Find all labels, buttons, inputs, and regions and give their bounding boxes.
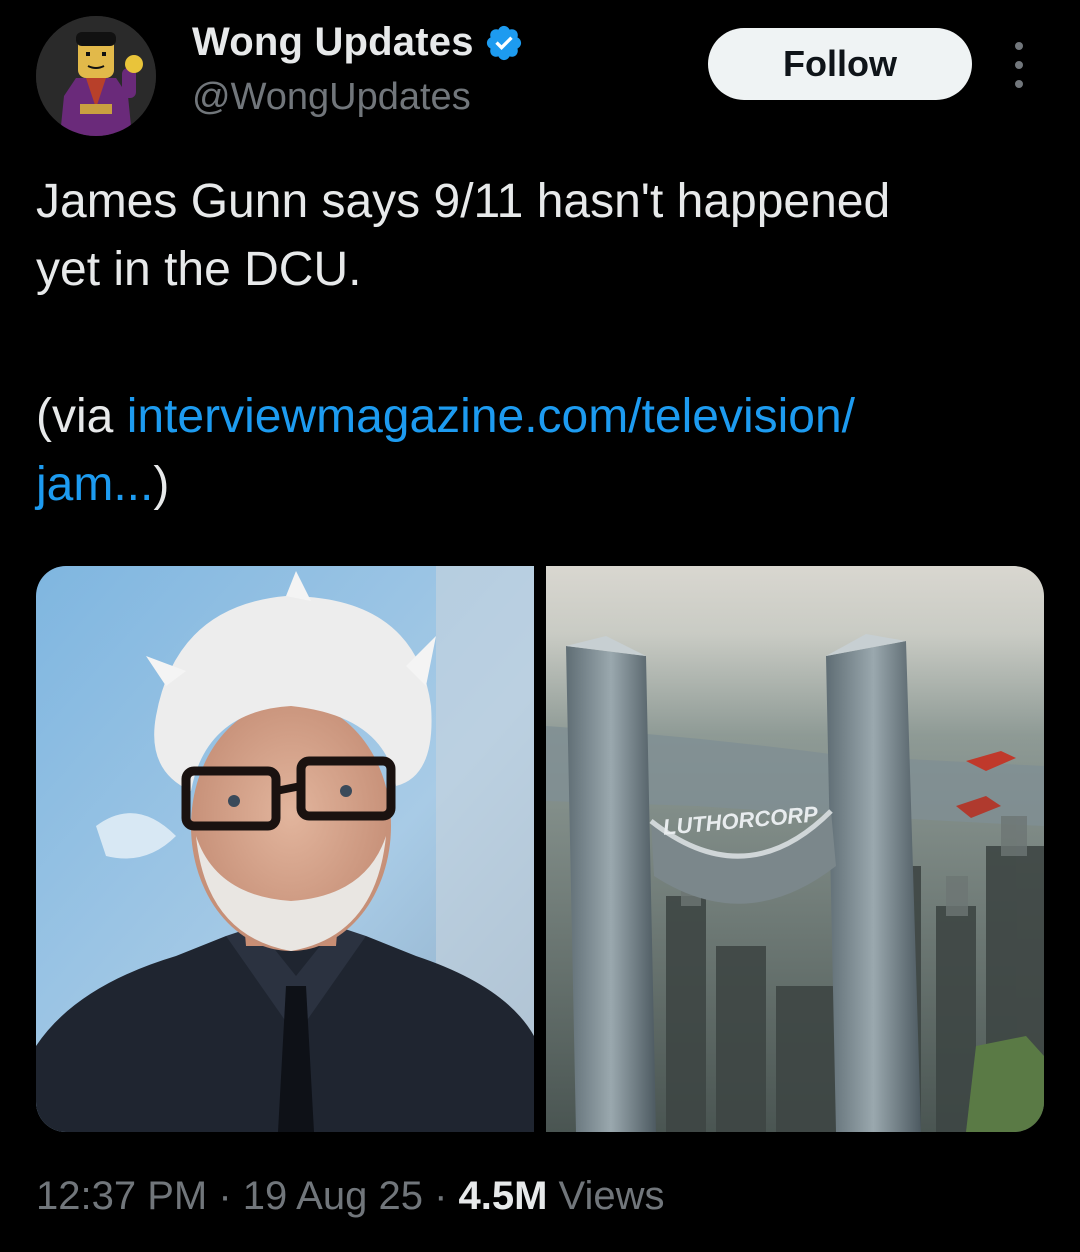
tweet-header: Wong Updates @WongUpdates Follow [0, 0, 1080, 150]
lego-figure-avatar-image [36, 16, 156, 136]
portrait-photo[interactable] [36, 566, 534, 1132]
source-link[interactable]: interviewmagazine.com/television/ [127, 390, 855, 443]
views-label: Views [547, 1174, 665, 1218]
tweet-text-line: yet in the DCU. [36, 243, 362, 296]
portrait-illustration [36, 566, 534, 1132]
source-link-continued[interactable]: jam... [36, 458, 153, 511]
meta-separator: · [422, 1174, 459, 1218]
tweet-date[interactable]: 19 Aug 25 [243, 1174, 423, 1219]
avatar[interactable] [36, 16, 156, 136]
meta-separator: · [207, 1174, 243, 1218]
tweet-meta: 12:37 PM · 19 Aug 25 · 4.5M Views [36, 1174, 665, 1219]
more-dot [1015, 42, 1023, 50]
handle[interactable]: @WongUpdates [192, 76, 471, 119]
more-dot [1015, 80, 1023, 88]
verified-badge-icon [486, 25, 521, 60]
follow-button[interactable]: Follow [708, 28, 972, 100]
more-dot [1015, 61, 1023, 69]
more-vertical-icon[interactable] [1004, 42, 1034, 88]
tweet-text-line: James Gunn says 9/11 hasn't happened [36, 175, 891, 228]
tweet-text: James Gunn says 9/11 hasn't happened yet… [36, 168, 1046, 304]
city-skyline-photo[interactable]: LUTHORCORP [546, 566, 1044, 1132]
views-count[interactable]: 4.5M [459, 1174, 548, 1219]
via-suffix: ) [153, 458, 170, 511]
skyline-illustration: LUTHORCORP [546, 566, 1044, 1132]
tweet-source: (via interviewmagazine.com/television/ j… [36, 383, 1046, 519]
name-row: Wong Updates [192, 20, 524, 65]
via-prefix: (via [36, 390, 127, 443]
tweet-time[interactable]: 12:37 PM [36, 1174, 207, 1219]
media-grid: LUTHORCORP [36, 566, 1044, 1132]
display-name[interactable]: Wong Updates [192, 20, 474, 65]
